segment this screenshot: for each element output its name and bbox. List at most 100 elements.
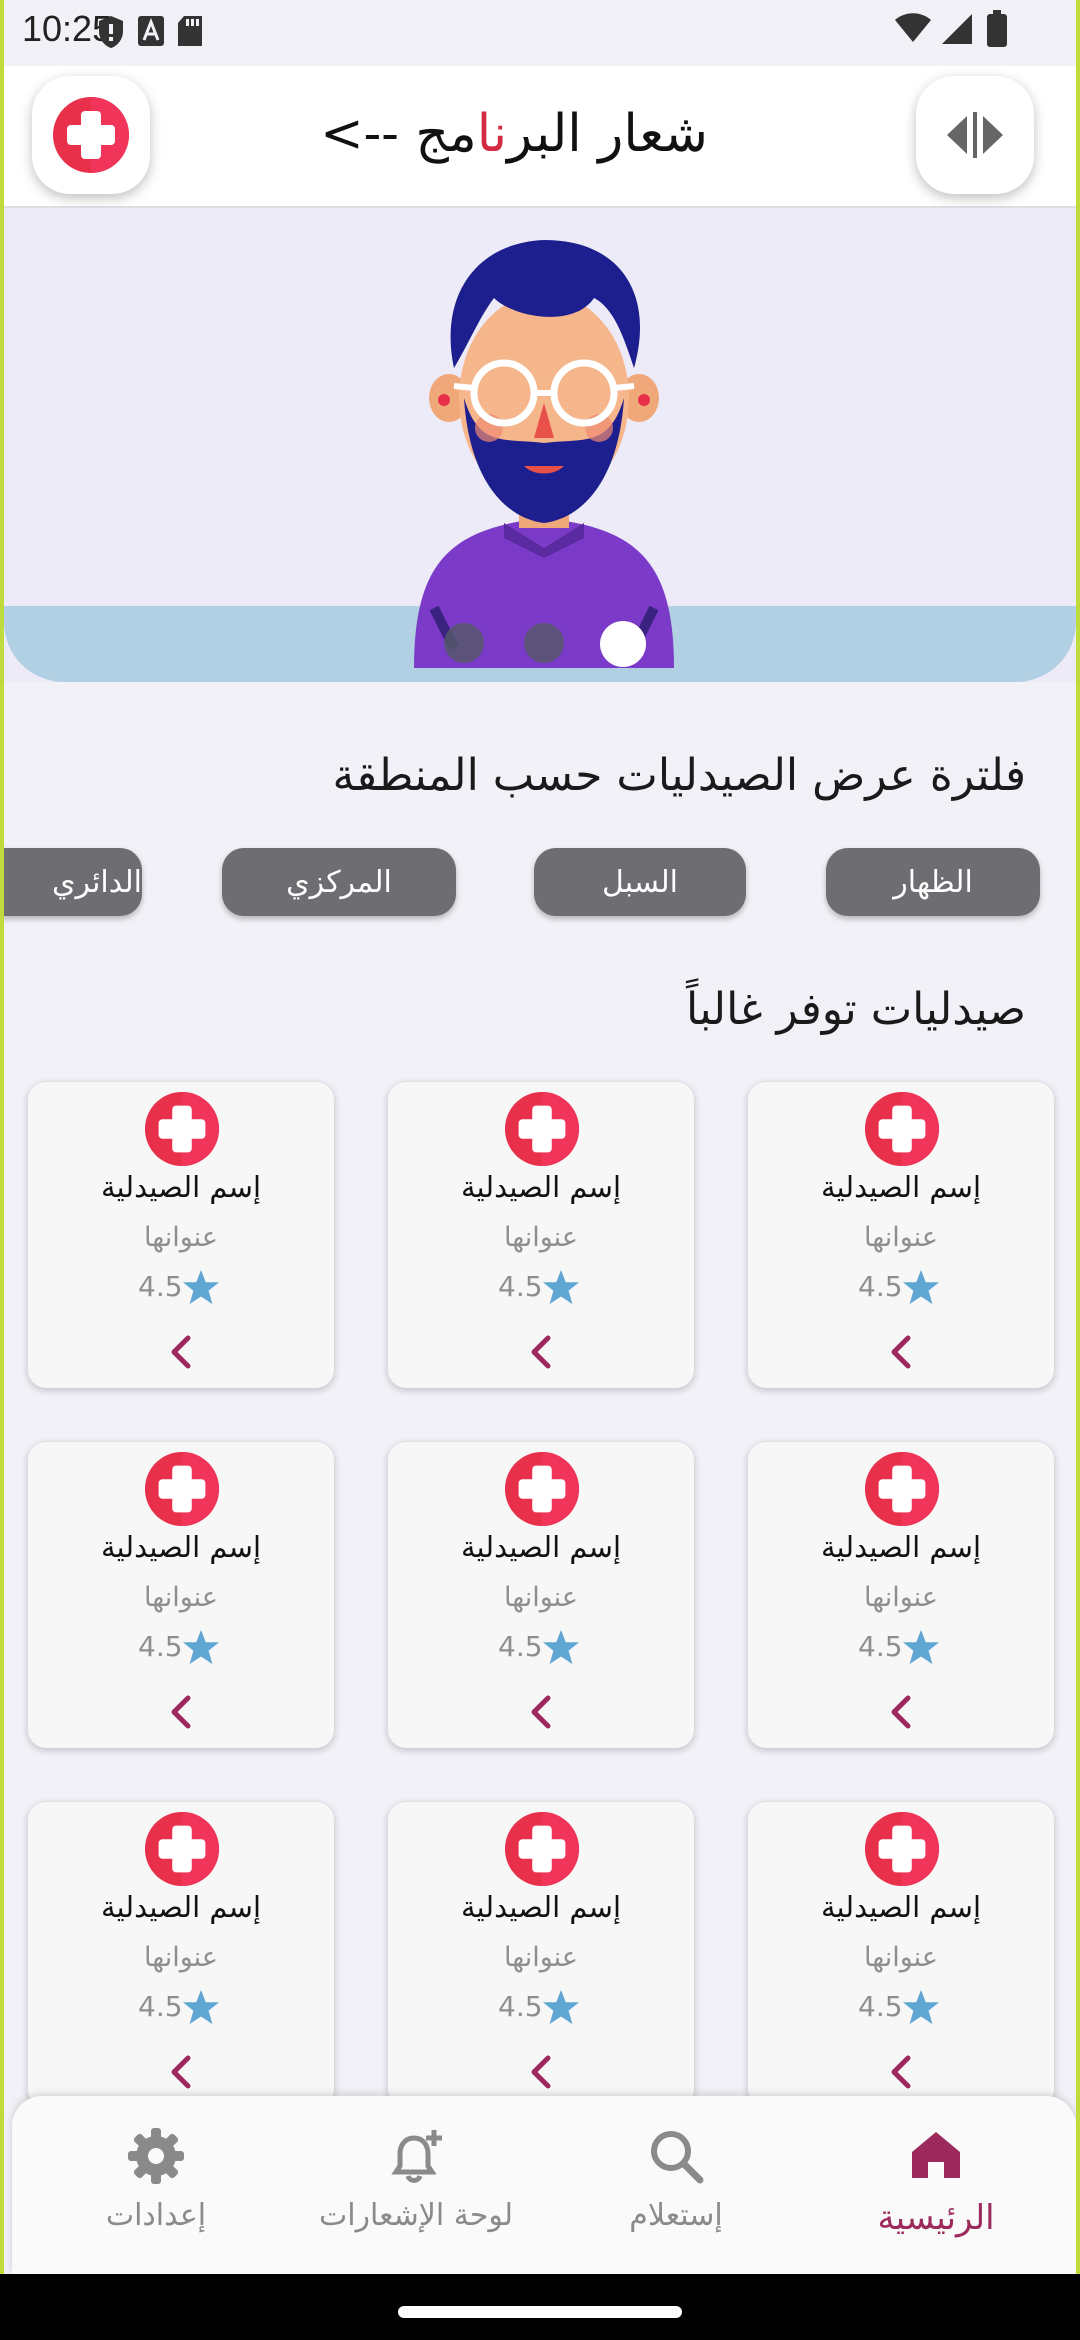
star-icon <box>902 1269 940 1305</box>
pharmacy-cross-icon <box>144 1451 220 1527</box>
app-title: شعار البرنامج --> <box>304 104 724 164</box>
bottom-navigation: الرئيسية إستعلام لوحة الإشعارات إعدادات <box>12 2096 1076 2274</box>
pharmacy-cross-icon <box>864 1091 940 1167</box>
chevron-left-icon[interactable] <box>166 2054 196 2090</box>
search-icon <box>651 2131 704 2184</box>
pharmacy-card[interactable]: إسم الصيدلية عنوانها 4.5 <box>388 1442 694 1748</box>
pharmacy-card[interactable]: إسم الصيدلية عنوانها 4.5 <box>28 1442 334 1748</box>
pharmacy-name: إسم الصيدلية <box>820 1890 982 1924</box>
star-icon <box>182 1269 220 1305</box>
nav-notifications[interactable]: لوحة الإشعارات <box>286 2096 546 2274</box>
cell-signal-icon <box>942 14 972 44</box>
chevron-left-icon[interactable] <box>886 1334 916 1370</box>
star-icon <box>542 1629 580 1665</box>
nav-settings[interactable]: إعدادات <box>26 2096 286 2274</box>
nav-home[interactable]: الرئيسية <box>806 2096 1066 2274</box>
chevron-left-icon[interactable] <box>526 1334 556 1370</box>
nav-search[interactable]: إستعلام <box>546 2096 806 2274</box>
carousel-dot-2[interactable] <box>524 623 564 663</box>
pharmacy-address: عنوانها <box>144 1222 218 1253</box>
star-icon <box>182 1989 220 2025</box>
pharmacy-rating: 4.5 <box>138 1630 183 1663</box>
filter-section-title: فلترة عرض الصيدليات حسب المنطقة <box>332 750 1027 801</box>
pharmacy-card[interactable]: إسم الصيدلية عنوانها 4.5 <box>28 1082 334 1388</box>
chip-daeri[interactable]: الدائري <box>4 848 142 916</box>
carousel-dot-1[interactable] <box>444 623 484 663</box>
pharmacy-cross-icon <box>864 1811 940 1887</box>
gear-icon <box>128 2128 184 2184</box>
pharmacy-card[interactable]: إسم الصيدلية عنوانها 4.5 <box>388 1802 694 2108</box>
pharmacy-card[interactable]: إسم الصيدلية عنوانها 4.5 <box>748 1442 1054 1748</box>
nav-notifications-label: لوحة الإشعارات <box>318 2198 514 2233</box>
chip-markazi[interactable]: المركزي <box>222 848 456 916</box>
chevron-left-icon[interactable] <box>166 1334 196 1370</box>
sd-card-icon <box>178 16 202 46</box>
split-arrows-icon <box>947 112 1003 158</box>
star-icon <box>182 1629 220 1665</box>
nav-settings-label: إعدادات <box>105 2198 207 2233</box>
chevron-left-icon[interactable] <box>886 1694 916 1730</box>
title-accent: نا <box>476 104 508 164</box>
pharmacy-address: عنوانها <box>864 1222 938 1253</box>
pharmacy-name: إسم الصيدلية <box>460 1890 622 1924</box>
hero-carousel[interactable] <box>4 208 1076 682</box>
pharmacy-rating: 4.5 <box>498 1270 543 1303</box>
chevron-left-icon[interactable] <box>526 2054 556 2090</box>
star-icon <box>902 1989 940 2025</box>
chip-daeri-label: الدائري <box>52 864 142 900</box>
chevron-left-icon[interactable] <box>886 2054 916 2090</box>
chevron-left-icon[interactable] <box>526 1694 556 1730</box>
logo-button[interactable] <box>32 76 150 194</box>
add-alert-icon <box>391 2130 442 2183</box>
menu-toggle-button[interactable] <box>916 76 1034 194</box>
pharmacy-name: إسم الصيدلية <box>460 1170 622 1204</box>
pharmacy-rating: 4.5 <box>138 1990 183 2023</box>
pharmacy-card[interactable]: إسم الصيدلية عنوانها 4.5 <box>388 1082 694 1388</box>
pharmacies-section-title: صيدليات توفر غالباً <box>685 984 1026 1035</box>
pharmacy-address: عنوانها <box>864 1582 938 1613</box>
carousel-dot-3-active[interactable] <box>600 621 646 667</box>
pharmacy-address: عنوانها <box>864 1942 938 1973</box>
pharmacy-rating: 4.5 <box>858 1990 903 2023</box>
pharmacy-address: عنوانها <box>504 1942 578 1973</box>
pharmacist-illustration <box>414 240 674 668</box>
pharmacy-cross-icon <box>864 1451 940 1527</box>
pharmacy-cross-icon <box>144 1091 220 1167</box>
star-icon <box>542 1989 580 2025</box>
pharmacy-name: إسم الصيدلية <box>100 1170 262 1204</box>
pharmacy-card[interactable]: إسم الصيدلية عنوانها 4.5 <box>28 1802 334 2108</box>
status-bar: 10:25 <box>4 0 1076 66</box>
pharmacy-address: عنوانها <box>504 1222 578 1253</box>
home-gesture-handle[interactable] <box>398 2306 682 2318</box>
pharmacy-name: إسم الصيدلية <box>460 1530 622 1564</box>
chevron-left-icon[interactable] <box>166 1694 196 1730</box>
chip-subul[interactable]: السبل <box>534 848 746 916</box>
pharmacy-rating: 4.5 <box>498 1630 543 1663</box>
pharmacy-cross-icon <box>504 1451 580 1527</box>
pharmacy-cross-icon <box>504 1811 580 1887</box>
pharmacy-rating: 4.5 <box>858 1630 903 1663</box>
pharmacy-address: عنوانها <box>144 1942 218 1973</box>
home-icon <box>912 2132 960 2178</box>
pharmacy-cross-icon <box>144 1811 220 1887</box>
pharmacy-address: عنوانها <box>504 1582 578 1613</box>
font-a-icon <box>138 16 164 46</box>
title-end: مج --> <box>320 104 477 164</box>
app-header: شعار البرنامج --> <box>4 66 1076 208</box>
pharmacy-rating: 4.5 <box>498 1990 543 2023</box>
wifi-icon <box>895 13 931 42</box>
title-text: شعار البر <box>507 104 708 164</box>
gesture-bar <box>0 2274 1080 2340</box>
pharmacy-rating: 4.5 <box>138 1270 183 1303</box>
star-icon <box>902 1629 940 1665</box>
pharmacy-cross-icon <box>504 1091 580 1167</box>
pharmacy-rating: 4.5 <box>858 1270 903 1303</box>
pharmacy-cross-icon <box>53 97 129 173</box>
pharmacy-name: إسم الصيدلية <box>100 1890 262 1924</box>
pharmacy-card[interactable]: إسم الصيدلية عنوانها 4.5 <box>748 1802 1054 2108</box>
shield-icon <box>99 16 123 48</box>
chip-dhahar[interactable]: الظهار <box>826 848 1040 916</box>
pharmacy-address: عنوانها <box>144 1582 218 1613</box>
pharmacy-card[interactable]: إسم الصيدلية عنوانها 4.5 <box>748 1082 1054 1388</box>
battery-icon <box>987 10 1007 47</box>
